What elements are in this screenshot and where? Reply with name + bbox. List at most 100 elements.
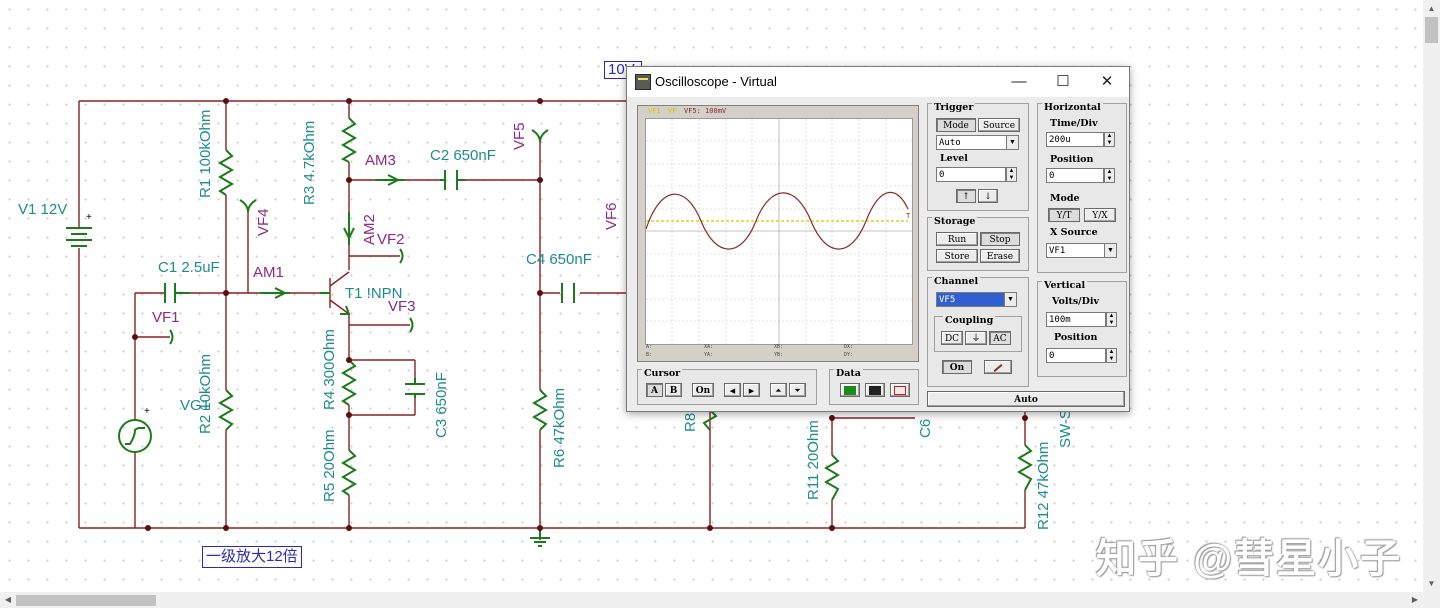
trigger-level-label: Level [940, 153, 968, 164]
c6-label: C6 [917, 418, 934, 438]
rising-edge-icon[interactable]: ↑ [956, 189, 976, 203]
data-import-button[interactable] [840, 383, 860, 397]
r8-label: R8 [682, 412, 699, 432]
data-group-title: Data [834, 368, 863, 379]
storage-run-button[interactable]: Run [936, 232, 978, 246]
x-source-label: X Source [1050, 227, 1098, 238]
channel-on-button[interactable]: On [942, 360, 972, 374]
coupling-group: Coupling DC ⏚ AC [934, 315, 1022, 352]
volts-div-label: Volts/Div [1052, 296, 1100, 307]
scope-screen[interactable] [645, 118, 913, 345]
time-div-input[interactable]: 200u [1046, 132, 1104, 147]
readout-a: A: [646, 344, 653, 350]
r3-label: R3 4.7kOhm [301, 120, 318, 205]
scroll-left-arrow-icon[interactable]: ◀ [0, 592, 16, 608]
cursor-down-button[interactable]: ⏷ [789, 383, 806, 397]
channel-group-title: Channel [932, 276, 981, 287]
scope-graph [645, 119, 912, 344]
auto-button[interactable]: Auto [927, 391, 1125, 407]
trigger-mode-select[interactable]: Auto [936, 135, 1008, 150]
vertical-scroll-thumb[interactable] [1425, 17, 1438, 43]
vg1-plus-mark: + [144, 406, 150, 417]
oscilloscope-window[interactable]: Oscilloscope - Virtual — ☐ ✕ VF1 VF VF5:… [626, 66, 1130, 412]
legend-vf1: VF1 [648, 107, 661, 115]
legend-vf5: VF5: 100mV [684, 107, 727, 115]
cursor-up-button[interactable]: ⏶ [770, 383, 787, 397]
readout-b: B: [646, 352, 653, 358]
coupling-ground-button[interactable]: ⏚ [965, 331, 987, 345]
storage-stop-button[interactable]: Stop [980, 232, 1020, 246]
mode-yt-button[interactable]: Y/T [1048, 208, 1080, 222]
chevron-down-icon[interactable]: ▼ [1104, 243, 1117, 258]
close-button[interactable]: ✕ [1085, 67, 1129, 97]
trigger-marker: T [906, 212, 911, 220]
coupling-title: Coupling [943, 315, 996, 326]
vertical-scrollbar[interactable]: ▲ ▼ [1423, 0, 1440, 592]
v-position-spinner[interactable]: ▲ ▼ [1106, 348, 1117, 363]
vf2-label: VF2 [377, 231, 405, 248]
v1-label: V1 12V [18, 201, 68, 218]
vf3-label: VF3 [388, 298, 416, 315]
watermark-text: 知乎 @彗星小子 [1096, 537, 1403, 581]
horizontal-group: Horizontal Time/Div 200u ▲ ▼ Position 0 ▲… [1037, 102, 1127, 273]
v-position-input[interactable]: 0 [1046, 348, 1106, 363]
data-export-button[interactable] [865, 383, 885, 397]
vf1-label: VF1 [152, 309, 180, 326]
vertical-group: Vertical Volts/Div 100m ▲ ▼ Position 0 ▲ ▼ [1037, 280, 1127, 377]
channel-select[interactable]: VF5 [936, 292, 1006, 307]
storage-group: Storage Run Stop Store Erase [927, 216, 1029, 271]
cursor-readouts: A: B: XA: YA: XB: YB: DX: DY: [646, 344, 912, 360]
c3-label: C3 650nF [433, 372, 450, 438]
readout-xa: XA: [704, 344, 714, 350]
vf6-label: VF6 [603, 202, 620, 230]
cursor-group-title: Cursor [642, 368, 683, 379]
mode-yx-button[interactable]: Y/X [1084, 208, 1116, 222]
horizontal-scroll-thumb[interactable] [16, 595, 156, 606]
cursor-right-button[interactable]: ▶ [743, 383, 760, 397]
maximize-button[interactable]: ☐ [1041, 67, 1085, 97]
horizontal-scrollbar[interactable]: ◀ ▶ [0, 592, 1423, 608]
stage-label[interactable]: 一级放大12倍 [202, 546, 302, 568]
scroll-down-arrow-icon[interactable]: ▼ [1423, 575, 1440, 592]
cursor-b-button[interactable]: B [665, 383, 682, 397]
channel-color-button[interactable] [984, 360, 1012, 374]
scroll-right-arrow-icon[interactable]: ▶ [1407, 592, 1423, 608]
x-source-select[interactable]: VF1 [1046, 243, 1106, 258]
trigger-level-input[interactable]: 0 [936, 167, 1006, 182]
oscilloscope-titlebar[interactable]: Oscilloscope - Virtual — ☐ ✕ [627, 67, 1129, 97]
data-plot-button[interactable] [890, 383, 910, 397]
channel-group: Channel VF5 ▼ Coupling DC ⏚ AC On [927, 276, 1029, 387]
trigger-source-button[interactable]: Source [978, 118, 1020, 132]
trigger-level-spinner[interactable]: ▲ ▼ [1006, 167, 1017, 182]
export-data-icon [869, 386, 881, 395]
oscilloscope-panel: VF1 VF VF5: 100mV T A: B: XA: YA: XB: YB… [627, 97, 1129, 411]
readout-yb: YB: [774, 352, 784, 358]
cursor-left-button[interactable]: ◀ [724, 383, 741, 397]
minimize-button[interactable]: — [997, 67, 1041, 97]
volts-div-input[interactable]: 100m [1046, 312, 1106, 327]
scroll-up-arrow-icon[interactable]: ▲ [1423, 0, 1440, 17]
coupling-ac-button[interactable]: AC [989, 331, 1011, 345]
trigger-mode-button[interactable]: Mode [936, 118, 976, 132]
cursor-a-button[interactable]: A [646, 383, 663, 397]
time-div-label: Time/Div [1050, 118, 1098, 129]
import-data-icon [844, 386, 856, 395]
h-position-input[interactable]: 0 [1046, 168, 1104, 183]
cursor-on-button[interactable]: On [692, 383, 714, 397]
storage-store-button[interactable]: Store [936, 249, 978, 263]
sw-label: SW-S [1057, 409, 1074, 448]
c1-label: C1 2.5uF [158, 259, 220, 276]
coupling-dc-button[interactable]: DC [941, 331, 963, 345]
time-div-spinner[interactable]: ▲ ▼ [1104, 132, 1115, 147]
h-position-spinner[interactable]: ▲ ▼ [1104, 168, 1115, 183]
falling-edge-icon[interactable]: ↓ [978, 189, 998, 203]
chevron-down-icon[interactable]: ▼ [1004, 292, 1017, 307]
c4-label: C4 650nF [526, 251, 592, 268]
chevron-down-icon[interactable]: ▼ [1006, 135, 1019, 150]
storage-erase-button[interactable]: Erase [980, 249, 1020, 263]
pen-icon [993, 363, 1003, 372]
r4-label: R4 300Ohm [321, 329, 338, 410]
readout-ya: YA: [704, 352, 714, 358]
cursor-group: Cursor A B On ◀ ▶ ⏶ ⏷ [637, 368, 817, 405]
volts-div-spinner[interactable]: ▲ ▼ [1106, 312, 1117, 327]
